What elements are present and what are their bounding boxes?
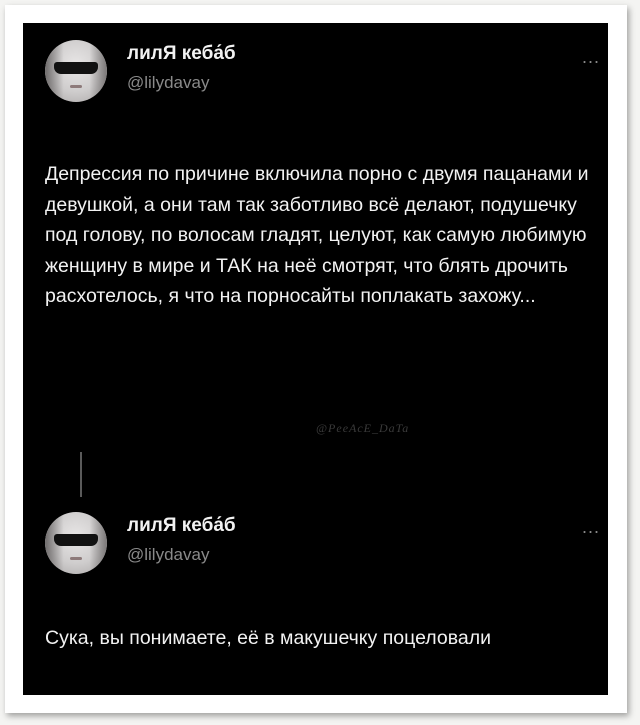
thread-connector-line — [80, 452, 82, 497]
author-handle[interactable]: @lilydavay — [127, 545, 209, 565]
sunglasses-icon — [54, 534, 98, 546]
image-frame: лилЯ кеба́б @lilydavay ... Депрессия по … — [5, 5, 627, 713]
author-avatar[interactable] — [45, 40, 107, 102]
more-options-icon[interactable]: ... — [582, 517, 600, 538]
author-avatar[interactable] — [45, 512, 107, 574]
more-options-icon[interactable]: ... — [582, 47, 600, 68]
tweet-text: Сука, вы понимаете, её в макушечку поцел… — [45, 627, 491, 649]
author-name[interactable]: лилЯ кеба́б — [127, 43, 236, 65]
tweet-text: Депрессия по причине включила порно с дв… — [45, 163, 589, 307]
avatar-mouth — [70, 557, 82, 560]
avatar-mouth — [70, 85, 82, 88]
watermark: @PeeAcE_DaTa — [316, 421, 410, 435]
author-handle[interactable]: @lilydavay — [127, 73, 209, 93]
author-name[interactable]: лилЯ кеба́б — [127, 515, 236, 537]
sunglasses-icon — [54, 62, 98, 74]
tweet-thread: лилЯ кеба́б @lilydavay ... Депрессия по … — [23, 23, 608, 695]
